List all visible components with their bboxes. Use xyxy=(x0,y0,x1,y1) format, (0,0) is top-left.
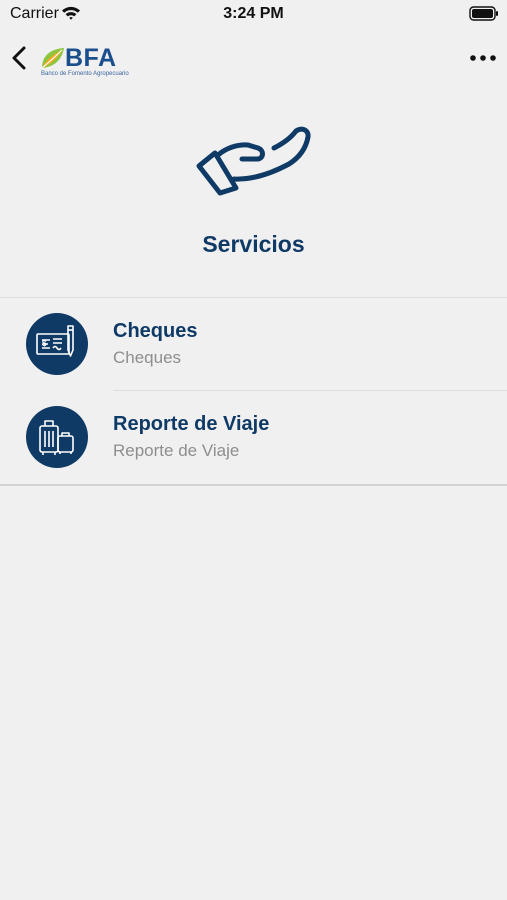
status-time: 3:24 PM xyxy=(223,5,284,22)
list-bottom-divider xyxy=(0,484,507,486)
navigation-bar: BFA Banco de Fomento Agropecuario xyxy=(0,28,507,90)
page-title: Servicios xyxy=(202,231,305,257)
list-item-subtitle: Cheques xyxy=(113,348,182,367)
logo-subtitle: Banco de Fomento Agropecuario xyxy=(41,71,129,77)
list-item-reporte-de-viaje[interactable]: Reporte de Viaje Reporte de Viaje xyxy=(0,391,507,483)
battery-icon xyxy=(469,6,498,21)
screen: Carrier 3:24 PM BFA Banco de Fomento Agr… xyxy=(0,0,507,900)
list-item-cheques[interactable]: $ Cheques Cheques xyxy=(0,298,507,390)
more-options-button[interactable] xyxy=(469,50,497,66)
svg-text:$: $ xyxy=(42,339,47,348)
list-item-subtitle: Reporte de Viaje xyxy=(113,441,240,460)
list-item-title: Reporte de Viaje xyxy=(113,413,270,435)
luggage-icon xyxy=(26,406,88,468)
bfa-logo: BFA Banco de Fomento Agropecuario xyxy=(40,44,132,84)
leaf-logo-icon xyxy=(41,48,64,69)
list-item-title: Cheques xyxy=(113,320,198,342)
logo-text: BFA xyxy=(65,44,117,72)
services-hand-icon xyxy=(196,126,311,196)
back-button[interactable] xyxy=(8,42,32,74)
status-bar: Carrier 3:24 PM xyxy=(0,0,507,28)
check-icon: $ xyxy=(26,313,88,375)
